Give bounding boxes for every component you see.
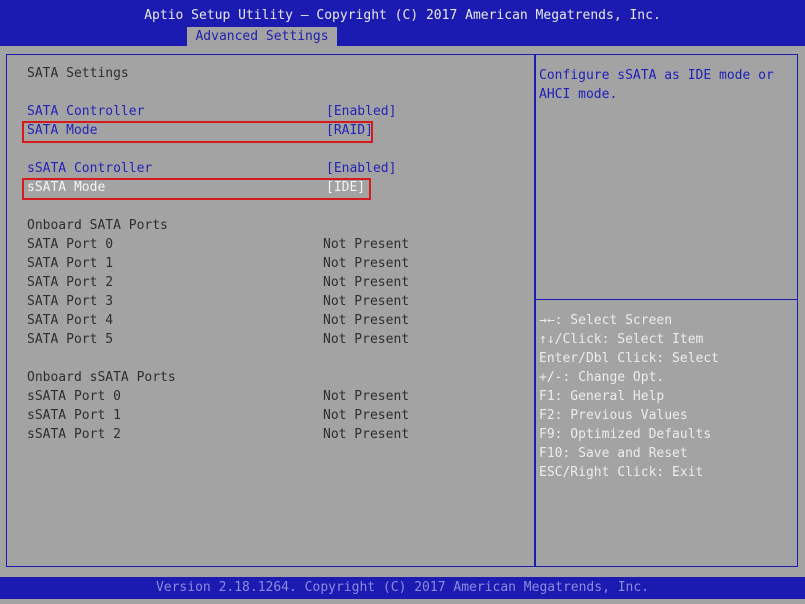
sata-port-value: Not Present — [323, 294, 410, 309]
sata-controller-label[interactable]: SATA Controller — [27, 104, 144, 120]
sata-port-value: Not Present — [323, 313, 410, 328]
panel-divider — [534, 54, 536, 567]
app-title: Aptio Setup Utility – Copyright (C) 2017… — [144, 8, 661, 23]
ssata-mode-value[interactable]: [IDE] — [326, 180, 365, 196]
sata-port-label: SATA Port 4 — [27, 313, 114, 328]
key-hint: →←: Select Screen — [539, 313, 673, 328]
sata-port-label: SATA Port 5 — [27, 332, 114, 347]
key-hint: F10: Save and Reset — [539, 446, 688, 461]
ssata-port-value: Not Present — [323, 427, 410, 442]
sata-port-label: SATA Port 0 — [27, 237, 114, 252]
sata-port-label: SATA Port 3 — [27, 294, 114, 309]
ssata-mode-label[interactable]: sSATA Mode — [27, 180, 105, 196]
key-hint: ↑↓/Click: Select Item — [539, 332, 704, 347]
key-hint: F9: Optimized Defaults — [539, 427, 712, 442]
ssata-controller-label[interactable]: sSATA Controller — [27, 161, 152, 177]
help-description: Configure sSATA as IDE mode or AHCI mode… — [539, 68, 774, 102]
onboard-ssata-title: Onboard sSATA Ports — [27, 370, 176, 385]
sata-port-value: Not Present — [323, 237, 410, 252]
sata-mode-label[interactable]: SATA Mode — [27, 123, 97, 139]
key-hint: ESC/Right Click: Exit — [539, 465, 704, 480]
ssata-controller-value[interactable]: [Enabled] — [326, 161, 396, 177]
ssata-port-value: Not Present — [323, 389, 410, 404]
key-hint: Enter/Dbl Click: Select — [539, 351, 720, 366]
ssata-port-label: sSATA Port 1 — [27, 408, 121, 423]
sata-controller-value[interactable]: [Enabled] — [326, 104, 396, 120]
help-divider — [536, 299, 798, 300]
onboard-sata-title: Onboard SATA Ports — [27, 218, 168, 233]
sata-port-value: Not Present — [323, 275, 410, 290]
ssata-port-value: Not Present — [323, 408, 410, 423]
footer-text: Version 2.18.1264. Copyright (C) 2017 Am… — [155, 580, 650, 595]
sata-port-label: SATA Port 1 — [27, 256, 114, 271]
key-hint: F1: General Help — [539, 389, 665, 404]
key-hint: F2: Previous Values — [539, 408, 688, 423]
ssata-port-label: sSATA Port 2 — [27, 427, 121, 442]
sata-port-value: Not Present — [323, 256, 410, 271]
tab-advanced-settings[interactable]: Advanced Settings — [187, 27, 337, 46]
section-title: SATA Settings — [27, 66, 129, 81]
ssata-port-label: sSATA Port 0 — [27, 389, 121, 404]
key-hint: +/-: Change Opt. — [539, 370, 665, 385]
sata-port-label: SATA Port 2 — [27, 275, 114, 290]
title-bar — [0, 0, 805, 46]
sata-mode-value[interactable]: [RAID] — [326, 123, 373, 139]
sata-port-value: Not Present — [323, 332, 410, 347]
